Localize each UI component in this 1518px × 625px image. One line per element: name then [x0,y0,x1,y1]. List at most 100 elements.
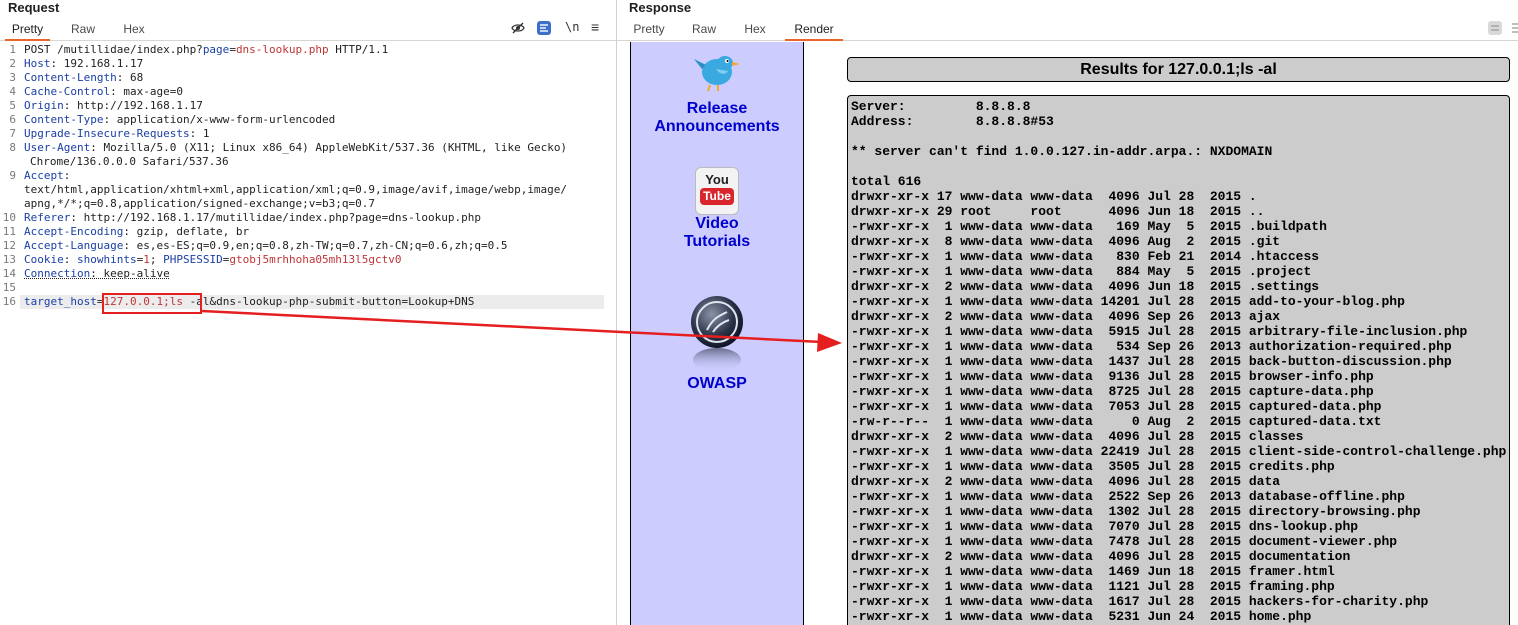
render-view: Release Announcements You Tube Video Tut… [617,42,1518,625]
tab-response-hex[interactable]: Hex [735,17,775,41]
hide-eye-icon[interactable] [511,21,525,35]
results-title: Results for 127.0.0.1;ls -al [847,57,1510,82]
request-title: Request [8,0,60,15]
line-number: 3 [9,71,16,84]
result-line: -rwxr-xr-x 1 www-data www-data 5915 Jul … [851,324,1468,339]
header-key: User-Agent [24,141,91,154]
code-line[interactable]: 14 Connection: keep-alive [0,267,616,281]
result-line: -rwxr-xr-x 1 www-data www-data 7070 Jul … [851,519,1359,534]
header-key: Cookie [24,253,64,266]
results-output: Server: 8.8.8.8 Address: 8.8.8.8#53 ** ser… [847,95,1510,625]
code-line[interactable]: 9 Accept: [0,169,616,183]
result-line: -rwxr-xr-x 1 www-data www-data 1469 Jun … [851,564,1335,579]
tab-response-render[interactable]: Render [785,17,843,41]
format-disabled-icon[interactable] [1488,21,1502,35]
tab-request-hex[interactable]: Hex [114,17,154,41]
line-text: Chrome/136.0.0.0 Safari/537.36 [30,155,229,169]
code-line[interactable]: Chrome/136.0.0.0 Safari/537.36 [0,155,616,169]
tab-response-raw[interactable]: Raw [684,17,724,41]
code-text: ; [149,253,164,266]
line-text: apng,*/*;q=0.8,application/signed-exchan… [24,197,375,211]
code-text: : gzip, deflate, br [123,225,250,238]
line-number: 5 [9,99,16,112]
tab-response-pretty[interactable]: Pretty [629,17,669,41]
header-key: Origin [24,99,64,112]
result-line: drwxr-xr-x 2 www-data www-data 4096 Jul … [851,429,1304,444]
code-text: text/html,application/xhtml+xml,applicat… [24,183,568,196]
result-line: -rwxr-xr-x 1 www-data www-data 8725 Jul … [851,384,1374,399]
code-line[interactable]: 1 POST /mutillidae/index.php?page=dns-loo… [0,43,616,57]
result-line: -rwxr-xr-x 1 www-data www-data 1437 Jul … [851,354,1452,369]
owasp-logo-icon [691,296,743,372]
code-text: : max-age=0 [110,85,183,98]
code-text: HTTP/1.1 [328,43,389,56]
format-icon[interactable] [537,21,551,35]
tab-request-pretty[interactable]: Pretty [5,17,50,41]
result-line: -rwxr-xr-x 1 www-data www-data 9136 Jul … [851,369,1374,384]
request-editor[interactable]: 1 POST /mutillidae/index.php?page=dns-loo… [0,43,616,309]
code-text: : es,es-ES;q=0.9,en;q=0.8,zh-TW;q=0.7,zh… [123,239,508,252]
result-line: -rwxr-xr-x 1 www-data www-data 14201 Jul… [851,294,1405,309]
code-line[interactable]: apng,*/*;q=0.8,application/signed-exchan… [0,197,616,211]
twitter-bird-icon [694,56,740,92]
code-line[interactable]: 15 [0,281,616,295]
code-text: : 68 [116,71,144,84]
line-text: Accept: [24,169,70,183]
code-line[interactable]: 8 User-Agent: Mozilla/5.0 (X11; Linux x86… [0,141,616,155]
tab-request-raw[interactable]: Raw [63,17,103,41]
line-text: Upgrade-Insecure-Requests: 1 [24,127,209,141]
result-line: -rwxr-xr-x 1 www-data www-data 3505 Jul … [851,459,1335,474]
line-text: Referer: http://192.168.1.17/mutillidae/… [24,211,481,225]
video-tutorials-link[interactable]: You Tube Video Tutorials [631,167,803,251]
code-line[interactable]: 3 Content-Length: 68 [0,71,616,85]
line-text: Accept-Encoding: gzip, deflate, br [24,225,249,239]
code-text: apng,*/*;q=0.8,application/signed-exchan… [24,197,375,210]
line-number: 2 [9,57,16,70]
result-line: drwxr-xr-x 2 www-data www-data 4096 Sep … [851,309,1281,324]
code-text: -al&dns-lookup-php-submit-button=Lookup+… [182,295,475,308]
code-line[interactable]: 11 Accept-Encoding: gzip, deflate, br [0,225,616,239]
video-label-line1: Video [695,215,739,232]
code-line[interactable]: 7 Upgrade-Insecure-Requests: 1 [0,127,616,141]
code-line[interactable]: 16 target_host=127.0.0.1;ls -al&dns-looku… [0,295,616,309]
code-text: = [229,43,236,56]
line-text: POST /mutillidae/index.php?page=dns-look… [24,43,388,57]
code-text: : 192.168.1.17 [50,57,144,70]
code-text: : [63,253,77,266]
header-key: Referer [24,211,71,224]
result-line: total 616 [851,174,922,189]
line-number: 6 [9,113,16,126]
newline-toggle-icon[interactable]: \n [565,20,579,34]
sidebar: Release Announcements You Tube Video Tut… [630,42,804,625]
code-line[interactable]: text/html,application/xhtml+xml,applicat… [0,183,616,197]
code-line[interactable]: 10 Referer: http://192.168.1.17/mutillida… [0,211,616,225]
code-line[interactable]: 6 Content-Type: application/x-www-form-ur… [0,113,616,127]
header-key: Content-Length [24,71,117,84]
header-key: Accept [24,169,64,182]
result-line: Server: 8.8.8.8 [851,99,1031,114]
line-text: User-Agent: Mozilla/5.0 (X11; Linux x86_… [24,141,567,155]
line-number: 15 [2,281,16,294]
owasp-label: OWASP [687,375,747,392]
line-text: Connection: keep-alive [24,267,170,281]
line-number: 11 [2,225,16,238]
line-text: Accept-Language: es,es-ES;q=0.9,en;q=0.8… [24,239,507,253]
release-label-line1: Release [686,100,748,117]
code-line[interactable]: 4 Cache-Control: max-age=0 [0,85,616,99]
code-line[interactable]: 5 Origin: http://192.168.1.17 [0,99,616,113]
menu-icon[interactable]: ≡ [591,19,599,35]
release-announcements-link[interactable]: Release Announcements [631,45,803,136]
line-text: Content-Length: 68 [24,71,143,85]
youtube-icon: You Tube [695,167,739,215]
line-text: Cache-Control: max-age=0 [24,85,183,99]
code-line[interactable]: 13 Cookie: showhints=1; PHPSESSID=gtobj5m… [0,253,616,267]
youtube-tube-text: Tube [700,188,734,205]
result-line [851,159,1509,174]
result-line [851,129,1509,144]
code-line[interactable]: 12 Accept-Language: es,es-ES;q=0.9,en;q=0… [0,239,616,253]
code-line[interactable]: 2 Host: 192.168.1.17 [0,57,616,71]
code-text: : http://192.168.1.17 [63,99,203,112]
line-number: 10 [2,211,16,224]
owasp-link[interactable]: OWASP [631,294,803,393]
menu-partial-icon[interactable] [1512,21,1518,35]
